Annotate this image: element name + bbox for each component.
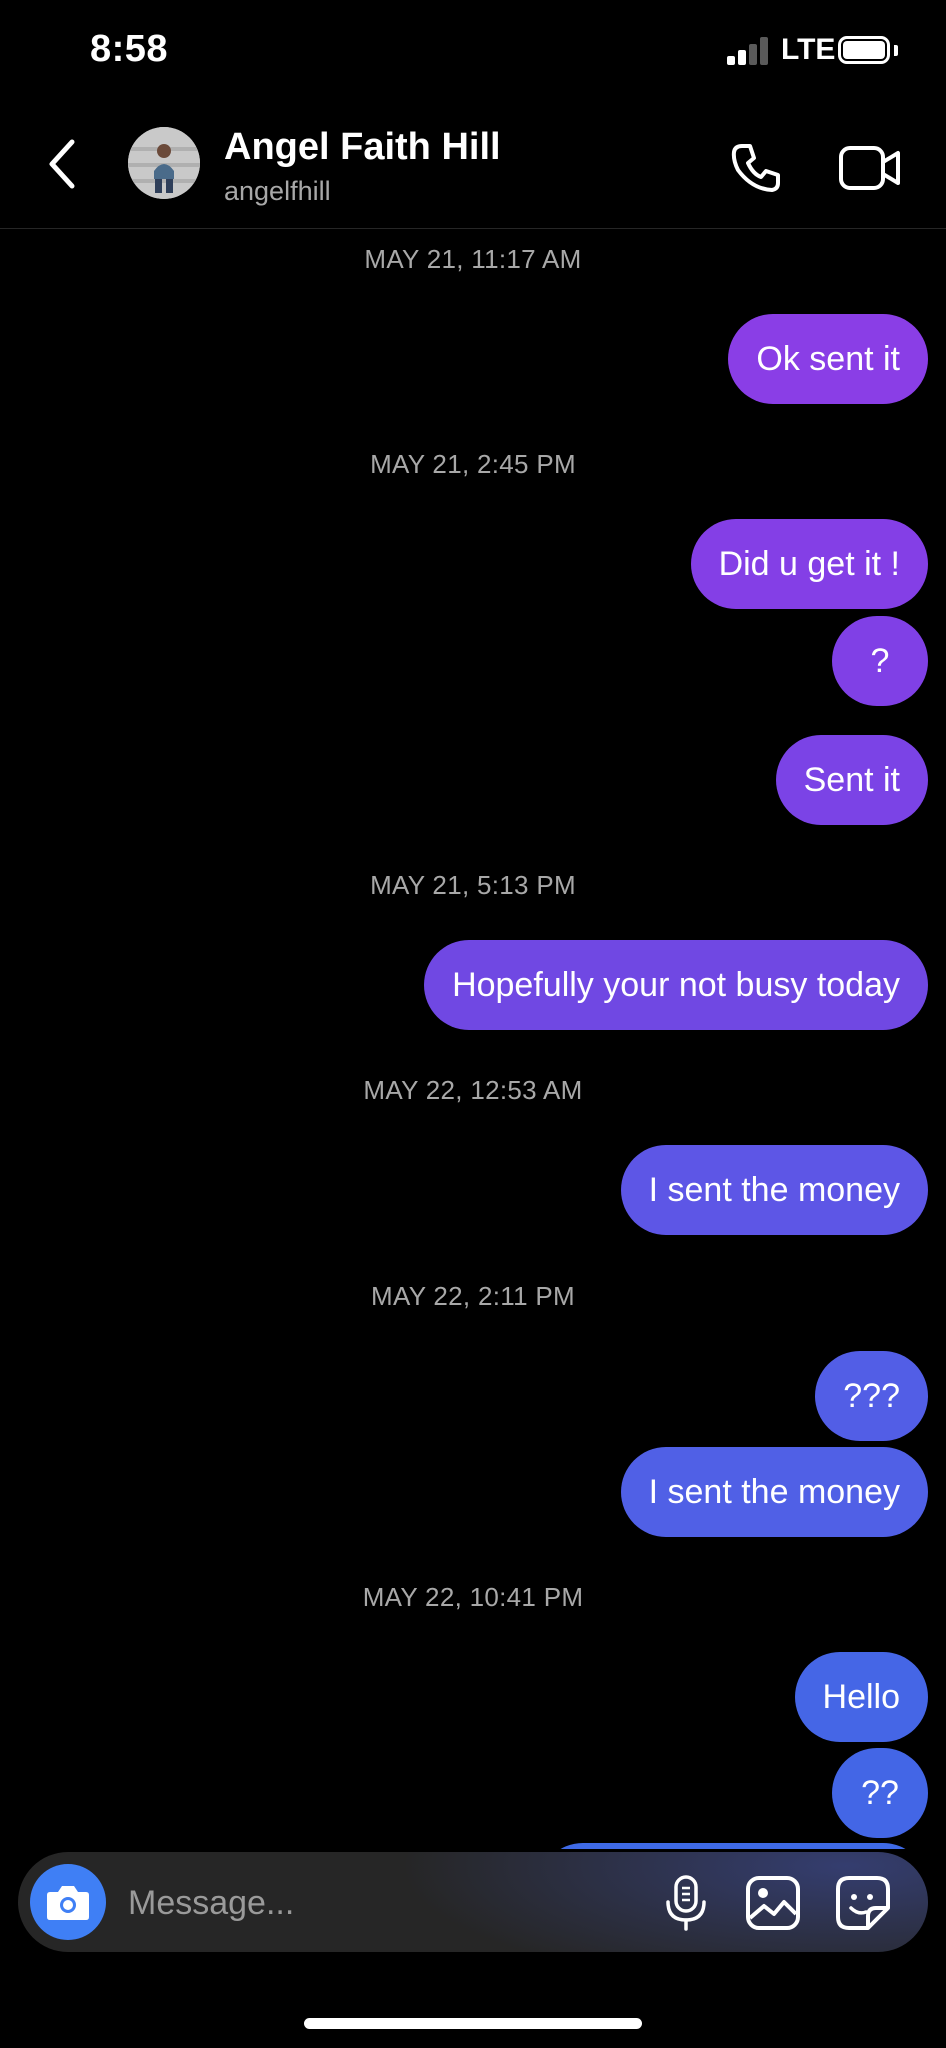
status-time: 8:58 <box>90 28 169 70</box>
avatar[interactable] <box>128 127 200 199</box>
chevron-left-icon <box>49 139 75 189</box>
dm-screen: 8:58 LTE Angel Faith Hill angelfhill MAY… <box>0 0 946 2048</box>
contact-username[interactable]: angelfhill <box>224 176 331 207</box>
video-camera-icon <box>839 146 900 190</box>
sent-message-bubble[interactable]: ?? <box>832 1748 928 1838</box>
sent-message-bubble[interactable]: I sent the money <box>620 1145 928 1235</box>
avatar-photo <box>128 127 200 199</box>
sticker-icon <box>836 1876 890 1930</box>
sent-message-bubble[interactable]: Hopefully your not busy today <box>424 940 928 1030</box>
network-type: LTE <box>781 33 836 66</box>
message-timestamp: MAY 21, 5:13 PM <box>370 870 576 900</box>
camera-icon <box>47 1886 89 1920</box>
battery-icon <box>838 36 890 64</box>
message-input[interactable] <box>126 1852 650 1952</box>
phone-icon <box>731 144 780 192</box>
sent-message-bubble-partial[interactable] <box>538 1843 928 1849</box>
back-button[interactable] <box>38 134 90 194</box>
microphone-icon <box>666 1875 706 1931</box>
sent-message-bubble[interactable]: Did u get it ! <box>690 519 928 609</box>
battery-tip <box>894 45 898 56</box>
message-timestamp: MAY 22, 2:11 PM <box>371 1281 575 1311</box>
sticker-button[interactable] <box>834 1874 892 1932</box>
sent-message-bubble[interactable]: Sent it <box>775 735 928 825</box>
message-timestamp: MAY 22, 12:53 AM <box>363 1075 583 1105</box>
sent-message-bubble[interactable]: ??? <box>815 1351 928 1441</box>
sent-message-bubble[interactable]: Hello <box>794 1652 928 1742</box>
message-timestamp: MAY 21, 11:17 AM <box>364 244 582 274</box>
sent-message-bubble[interactable]: I sent the money <box>620 1447 928 1537</box>
home-indicator[interactable] <box>304 2018 642 2029</box>
camera-button[interactable] <box>30 1864 106 1940</box>
status-bar: 8:58 LTE <box>0 0 946 104</box>
video-call-button[interactable] <box>838 142 902 194</box>
sent-message-bubble[interactable]: Ok sent it <box>728 314 928 404</box>
sent-message-bubble[interactable]: ? <box>832 616 928 706</box>
contact-name[interactable]: Angel Faith Hill <box>224 126 501 169</box>
voice-message-button[interactable] <box>658 1874 714 1932</box>
audio-call-button[interactable] <box>728 140 784 196</box>
message-composer <box>18 1852 928 1952</box>
gallery-button[interactable] <box>744 1874 802 1932</box>
message-thread[interactable]: MAY 21, 11:17 AM Ok sent it MAY 21, 2:45… <box>0 229 946 1849</box>
cellular-signal-icon <box>727 37 769 65</box>
image-icon <box>746 1876 800 1930</box>
message-timestamp: MAY 22, 10:41 PM <box>362 1582 584 1612</box>
message-timestamp: MAY 21, 2:45 PM <box>370 449 576 479</box>
chat-header: Angel Faith Hill angelfhill <box>0 104 946 229</box>
